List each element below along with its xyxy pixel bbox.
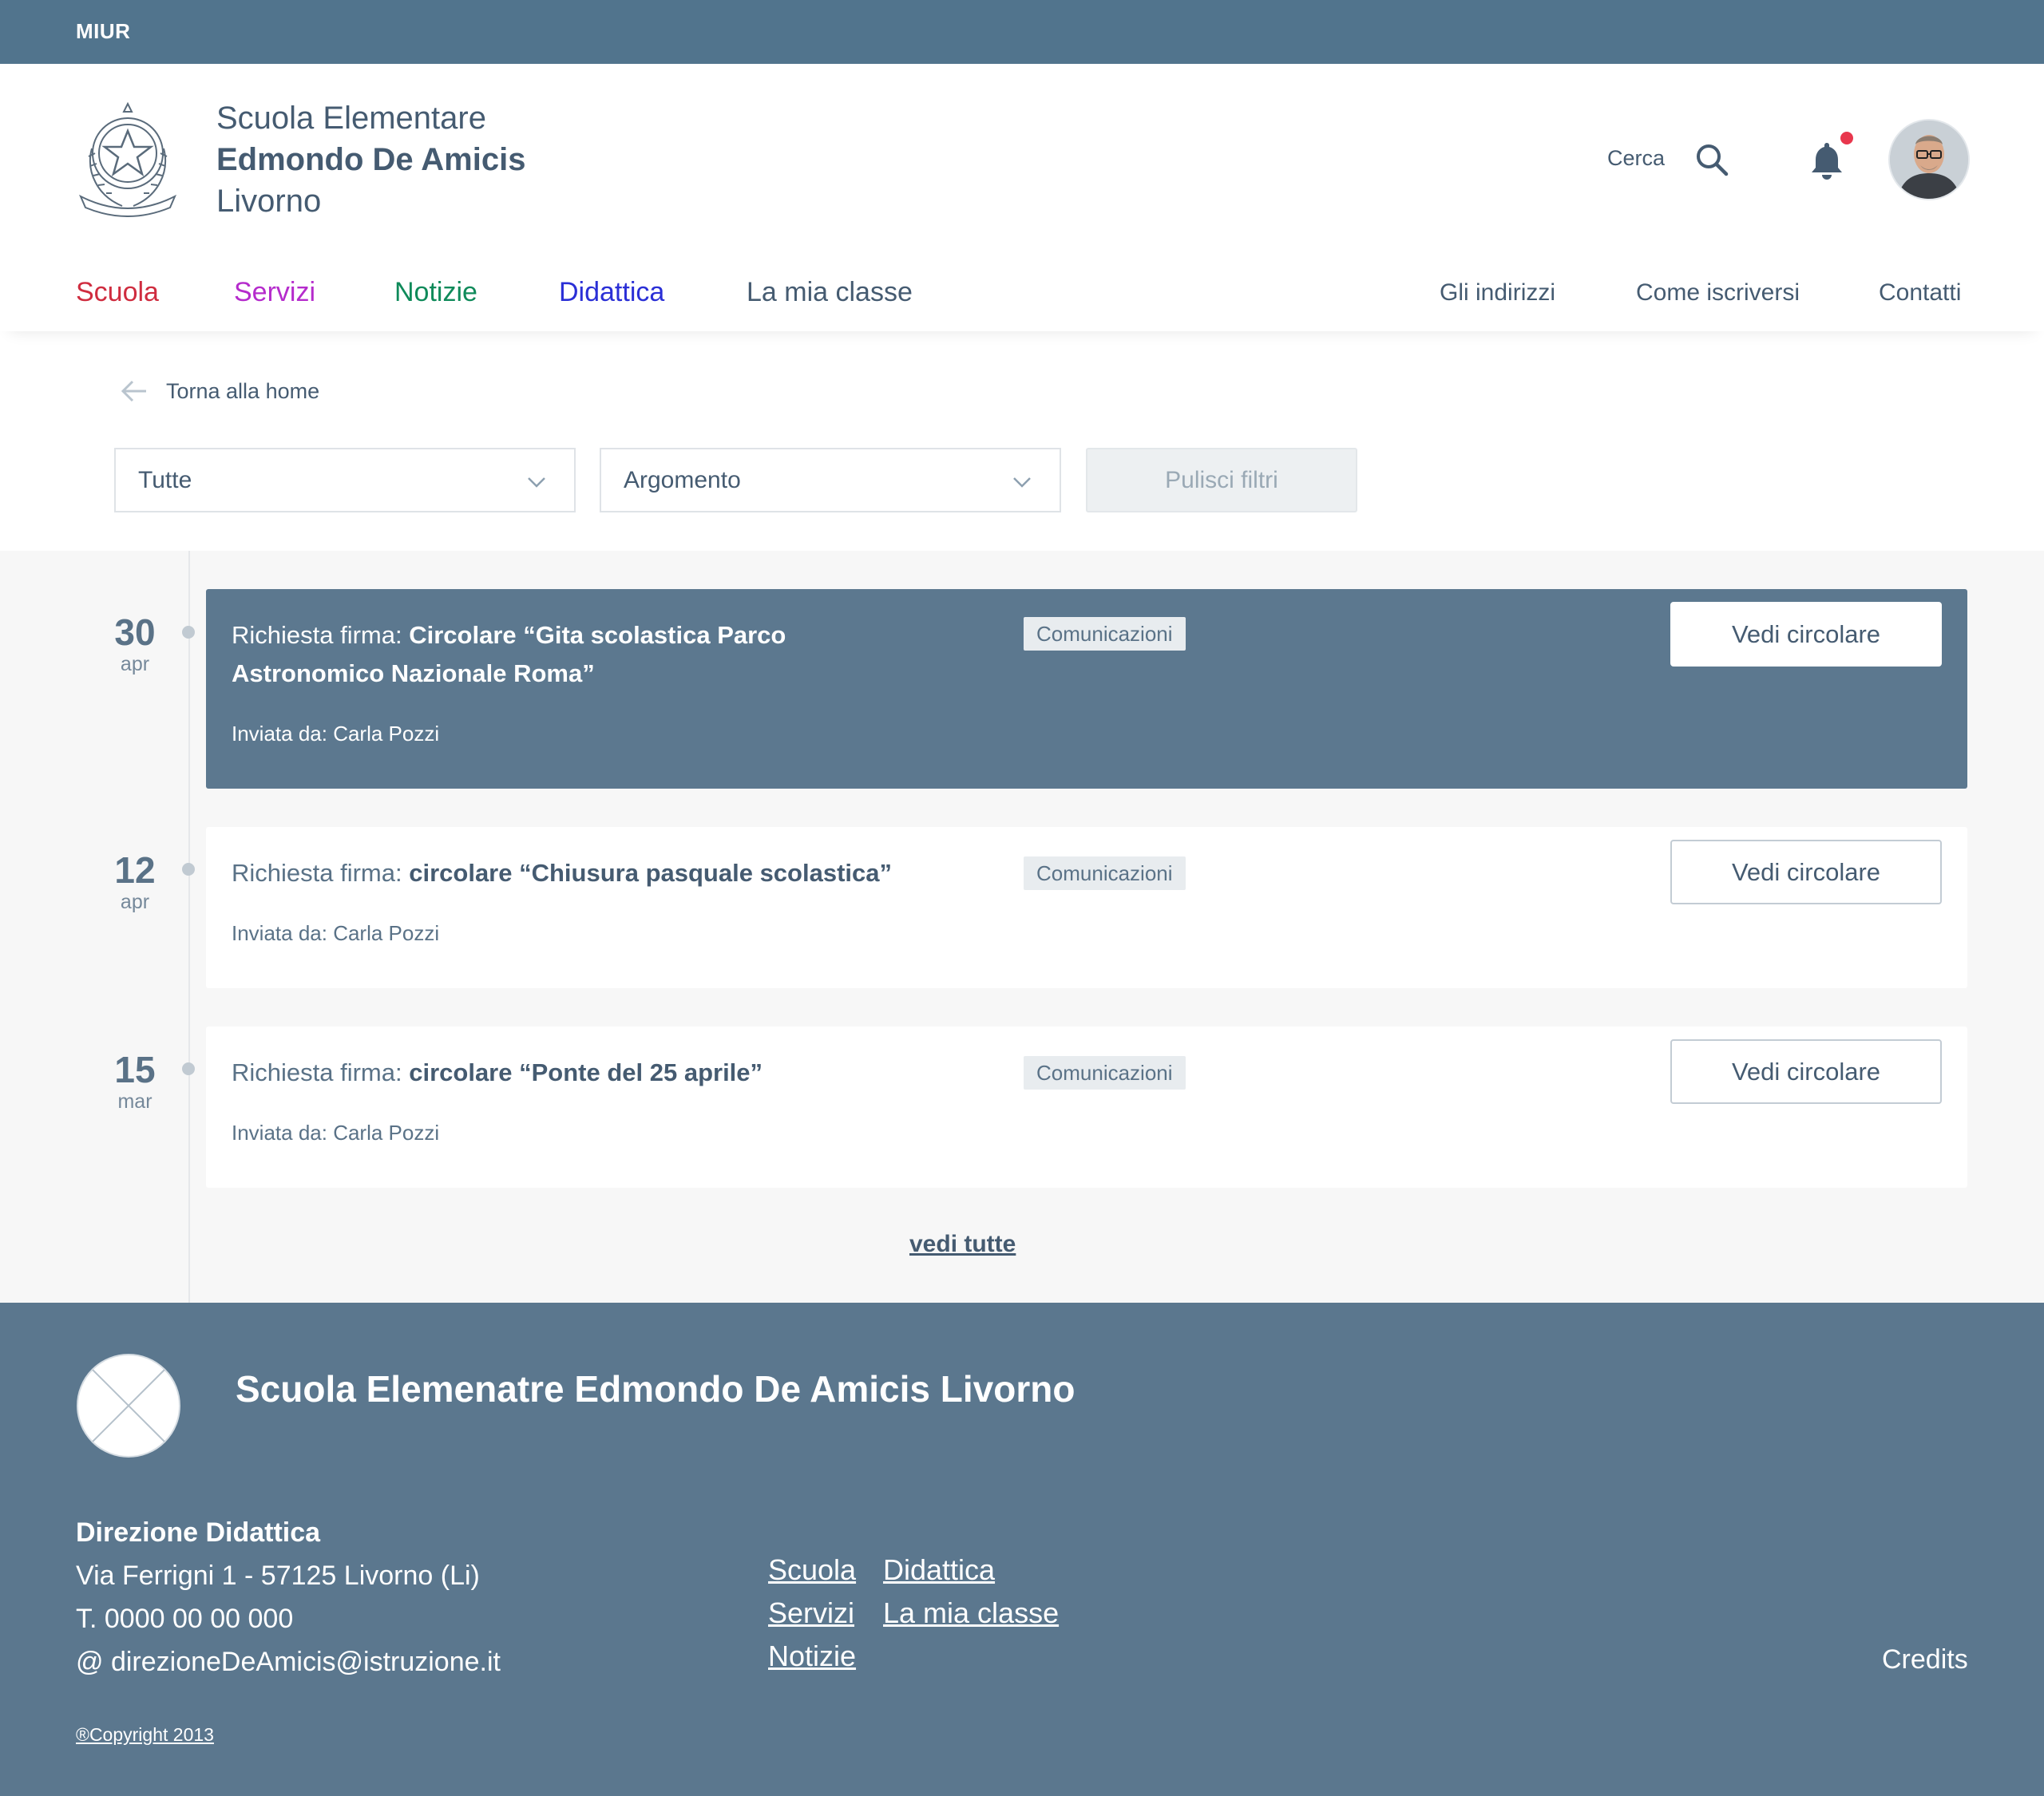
nav-item-notizie[interactable]: Notizie (394, 277, 477, 308)
nav-item-contatti[interactable]: Contatti (1879, 279, 1961, 307)
circolare-title-prefix: Richiesta firma: (232, 859, 410, 887)
item-month: apr (120, 891, 150, 913)
topic-select-value: Argomento (624, 467, 741, 493)
circolare-card[interactable]: Richiesta firma: circolare “Chiusura pas… (206, 827, 1967, 988)
see-all-link[interactable]: vedi tutte (909, 1231, 1016, 1258)
category-badge[interactable]: Comunicazioni (1024, 856, 1186, 890)
notification-badge (1840, 132, 1853, 144)
circolare-title-prefix: Richiesta firma: (232, 621, 410, 649)
miur-label[interactable]: MIUR (76, 19, 130, 44)
footer-school-title: Scuola Elemenatre Edmondo De Amicis Livo… (236, 1368, 1075, 1410)
footer-link-notizie[interactable]: Notizie (768, 1635, 856, 1678)
footer-link-didattica[interactable]: Didattica (883, 1549, 1059, 1592)
search-label[interactable]: Cerca (1607, 146, 1665, 171)
type-select-value: Tutte (138, 467, 192, 493)
footer-link-servizi[interactable]: Servizi (768, 1592, 856, 1635)
school-name[interactable]: Scuola Elementare Edmondo De Amicis Livo… (216, 97, 525, 222)
address-line: Via Ferrigni 1 - 57125 Livorno (Li) (76, 1561, 480, 1591)
user-avatar[interactable] (1890, 121, 1968, 199)
circolare-card[interactable]: Richiesta firma: Circolare “Gita scolast… (206, 589, 1967, 789)
type-select[interactable]: Tutte (114, 448, 576, 512)
back-link-label: Torna alla home (166, 378, 320, 403)
circolare-sender: Inviata da: Carla Pozzi (232, 722, 440, 746)
circolare-card[interactable]: Richiesta firma: circolare “Ponte del 25… (206, 1027, 1967, 1188)
clear-filters-button[interactable]: Pulisci filtri (1086, 448, 1357, 512)
address-heading: Direzione Didattica (76, 1517, 321, 1548)
phone-number: T. 0000 00 00 000 (76, 1604, 294, 1634)
timeline-line (188, 551, 190, 1303)
nav-item-label: La mia classe (747, 277, 913, 307)
circolare-title: Richiesta firma: circolare “Chiusura pas… (232, 854, 1030, 892)
timeline-dot (182, 863, 195, 876)
category-badge[interactable]: Comunicazioni (1024, 617, 1186, 651)
timeline-dot (182, 626, 195, 639)
credits-link[interactable]: Credits (1882, 1644, 1968, 1675)
nav-item-didattica[interactable]: Didattica (559, 277, 664, 308)
search-icon[interactable] (1694, 142, 1729, 177)
view-circolare-button[interactable]: Vedi circolare (1670, 840, 1942, 904)
back-to-home-link[interactable]: Torna alla home (120, 377, 319, 405)
circolare-title-text: circolare “Ponte del 25 aprile” (409, 1058, 763, 1086)
nav-item-scuola[interactable]: Scuola (76, 277, 159, 308)
footer-address: Direzione Didattica Via Ferrigni 1 - 571… (76, 1511, 501, 1683)
item-day: 30 (114, 611, 156, 653)
school-name-line3: Livorno (216, 184, 322, 219)
view-circolare-button[interactable]: Vedi circolare (1670, 602, 1942, 667)
circolare-sender: Inviata da: Carla Pozzi (232, 1121, 440, 1145)
school-name-line1: Scuola Elementare (216, 101, 486, 136)
clear-filters-label: Pulisci filtri (1165, 467, 1278, 493)
republic-emblem-icon[interactable] (74, 101, 181, 217)
circolare-title-prefix: Richiesta firma: (232, 1058, 410, 1086)
footer-link-la-mia-classe[interactable]: La mia classe (883, 1592, 1059, 1635)
chevron-down-icon (528, 477, 545, 488)
nav-item-la-mia-classe[interactable]: La mia classe (747, 277, 913, 308)
bell-icon[interactable] (1806, 140, 1848, 181)
circolare-sender: Inviata da: Carla Pozzi (232, 921, 440, 945)
circolare-title-text: circolare “Chiusura pasquale scolastica” (409, 859, 892, 887)
item-month: apr (120, 653, 150, 675)
timeline-dot (182, 1062, 195, 1075)
nav-item-label: Didattica (559, 277, 665, 307)
item-date: 30 apr (104, 612, 166, 676)
item-day: 15 (114, 1049, 156, 1090)
top-bar: MIUR (0, 0, 2044, 64)
nav-item-gli-indirizzi[interactable]: Gli indirizzi (1440, 279, 1555, 307)
footer-links-col1: Scuola Servizi Notizie (768, 1549, 856, 1678)
circolare-title: Richiesta firma: Circolare “Gita scolast… (232, 616, 822, 693)
item-date: 12 apr (104, 850, 166, 914)
nav-item-come-iscriversi[interactable]: Come iscriversi (1636, 279, 1800, 307)
footer-link-scuola[interactable]: Scuola (768, 1549, 856, 1592)
copyright-link[interactable]: ®Copyright 2013 (76, 1724, 214, 1746)
nav-item-label: Servizi (234, 277, 316, 307)
category-badge[interactable]: Comunicazioni (1024, 1056, 1186, 1090)
chevron-down-icon (1013, 477, 1031, 488)
nav-item-servizi[interactable]: Servizi (234, 277, 315, 308)
item-month: mar (117, 1090, 153, 1113)
view-circolare-button[interactable]: Vedi circolare (1670, 1039, 1942, 1104)
circolare-title: Richiesta firma: circolare “Ponte del 25… (232, 1054, 1030, 1092)
item-day: 12 (114, 849, 156, 891)
nav-item-label: Notizie (394, 277, 477, 307)
arrow-left-icon (121, 380, 146, 402)
email-address[interactable]: @ direzioneDeAmicis@istruzione.it (76, 1640, 501, 1683)
item-date: 15 mar (104, 1050, 166, 1114)
nav-item-label: Scuola (76, 277, 159, 307)
placeholder-logo-icon[interactable] (76, 1353, 181, 1458)
avatar-image (1890, 121, 1968, 199)
topic-select[interactable]: Argomento (600, 448, 1061, 512)
footer-links-col2: Didattica La mia classe (883, 1549, 1059, 1635)
school-name-line2: Edmondo De Amicis (216, 142, 526, 177)
